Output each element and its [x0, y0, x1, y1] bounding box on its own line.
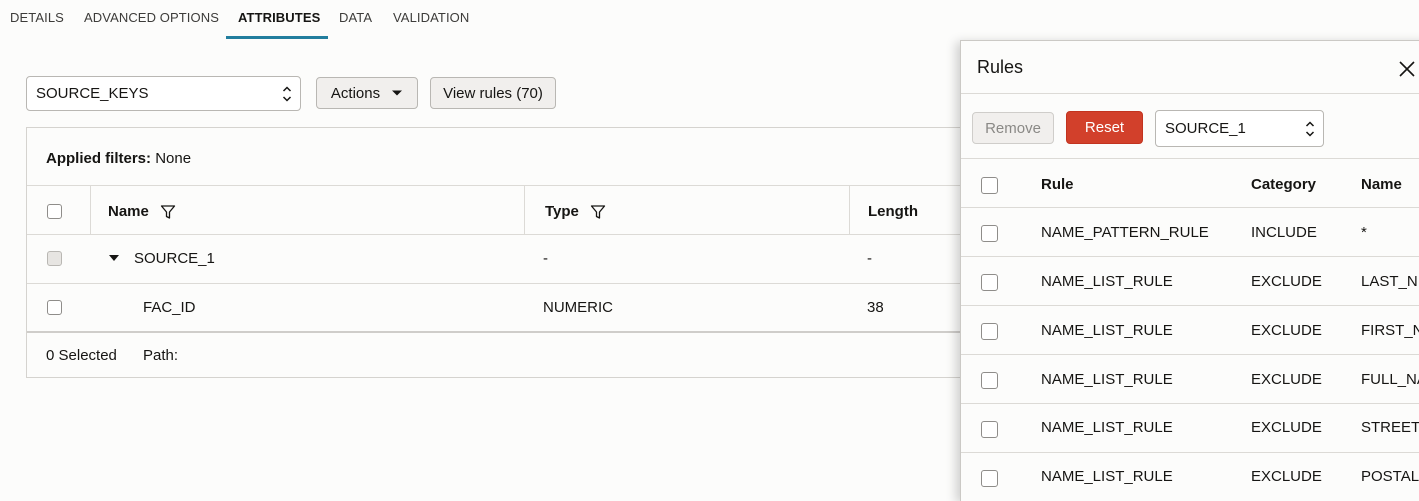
row-name: SOURCE_1 [134, 250, 215, 267]
tab-advanced-options[interactable]: ADVANCED OPTIONS [84, 10, 219, 25]
row-type: NUMERIC [543, 299, 613, 316]
divider [961, 207, 1419, 208]
remove-button[interactable]: Remove [972, 112, 1054, 144]
tab-attributes[interactable]: ATTRIBUTES [238, 10, 320, 25]
column-header-category[interactable]: Category [1251, 176, 1316, 193]
tab-bar: DETAILS ADVANCED OPTIONS ATTRIBUTES DATA… [0, 0, 960, 40]
rule-target: FULL_NA [1361, 371, 1419, 388]
tab-data[interactable]: DATA [339, 10, 372, 25]
expand-caret-icon[interactable] [108, 254, 120, 262]
rule-name: NAME_LIST_RULE [1041, 322, 1173, 339]
rule-name: NAME_LIST_RULE [1041, 273, 1173, 290]
row-length: - [867, 250, 872, 267]
rule-category: EXCLUDE [1251, 273, 1322, 290]
rule-category: INCLUDE [1251, 224, 1317, 241]
applied-filters: Applied filters: None [46, 150, 191, 167]
rule-target: * [1361, 224, 1367, 241]
column-header-name[interactable]: Name [1361, 176, 1402, 193]
column-header-length[interactable]: Length [868, 203, 918, 220]
rule-checkbox[interactable] [981, 470, 998, 487]
rule-target: STREET [1361, 419, 1419, 436]
caret-down-icon [392, 90, 403, 96]
rule-checkbox[interactable] [981, 323, 998, 340]
select-all-checkbox[interactable] [47, 204, 62, 219]
rule-category: EXCLUDE [1251, 371, 1322, 388]
divider [27, 331, 1027, 333]
divider [27, 185, 1027, 186]
divider [961, 256, 1419, 257]
rule-category: EXCLUDE [1251, 419, 1322, 436]
divider [961, 452, 1419, 453]
active-tab-indicator [226, 36, 328, 39]
divider [27, 234, 1027, 235]
row-name: FAC_ID [143, 299, 196, 316]
divider [961, 158, 1419, 159]
rule-target: LAST_N [1361, 273, 1418, 290]
column-divider [90, 186, 91, 234]
select-chevron-icon [282, 86, 292, 102]
source-select-value: SOURCE_1 [1165, 120, 1246, 137]
close-icon[interactable] [1398, 60, 1416, 78]
rule-checkbox[interactable] [981, 225, 998, 242]
path-label: Path: [143, 347, 179, 364]
select-chevron-icon [1305, 121, 1315, 137]
rule-checkbox[interactable] [981, 372, 998, 389]
applied-filters-label: Applied filters: [46, 150, 152, 167]
entity-select[interactable]: SOURCE_KEYS [26, 76, 301, 111]
drawer-title: Rules [977, 57, 1024, 77]
divider [961, 305, 1419, 306]
row-length: 38 [867, 299, 884, 316]
row-type: - [543, 250, 548, 267]
column-divider [849, 186, 850, 234]
divider [961, 403, 1419, 404]
column-divider [524, 186, 525, 234]
rule-name: NAME_LIST_RULE [1041, 419, 1173, 436]
applied-filters-value: None [155, 150, 192, 167]
column-header-type[interactable]: Type [545, 203, 579, 220]
row-checkbox [47, 251, 62, 266]
filter-icon[interactable] [590, 204, 606, 220]
rule-target: FIRST_N [1361, 322, 1419, 339]
actions-button[interactable]: Actions [316, 77, 418, 109]
rule-name: NAME_PATTERN_RULE [1041, 224, 1209, 241]
column-header-name[interactable]: Name [108, 203, 149, 220]
rules-drawer: Rules Remove Reset SOURCE_1 Rule Categor… [960, 40, 1419, 501]
tab-details[interactable]: DETAILS [10, 10, 64, 25]
select-all-rules-checkbox[interactable] [981, 177, 998, 194]
filter-icon[interactable] [160, 204, 176, 220]
selected-count: 0 Selected [46, 347, 117, 364]
divider [27, 283, 1027, 284]
rule-category: EXCLUDE [1251, 322, 1322, 339]
rule-checkbox[interactable] [981, 421, 998, 438]
rule-checkbox[interactable] [981, 274, 998, 291]
row-checkbox[interactable] [47, 300, 62, 315]
rule-category: EXCLUDE [1251, 468, 1322, 485]
view-rules-button[interactable]: View rules (70) [430, 77, 556, 109]
rule-target: POSTAL [1361, 468, 1419, 485]
tab-validation[interactable]: VALIDATION [393, 10, 469, 25]
rule-name: NAME_LIST_RULE [1041, 468, 1173, 485]
entity-select-value: SOURCE_KEYS [36, 85, 149, 102]
source-select[interactable]: SOURCE_1 [1155, 110, 1324, 147]
attributes-panel: Applied filters: None Name Type Length S… [26, 127, 1027, 378]
reset-button[interactable]: Reset [1066, 111, 1143, 144]
column-header-rule[interactable]: Rule [1041, 176, 1074, 193]
rule-name: NAME_LIST_RULE [1041, 371, 1173, 388]
divider [961, 93, 1419, 94]
divider [961, 354, 1419, 355]
actions-button-label: Actions [330, 84, 381, 102]
